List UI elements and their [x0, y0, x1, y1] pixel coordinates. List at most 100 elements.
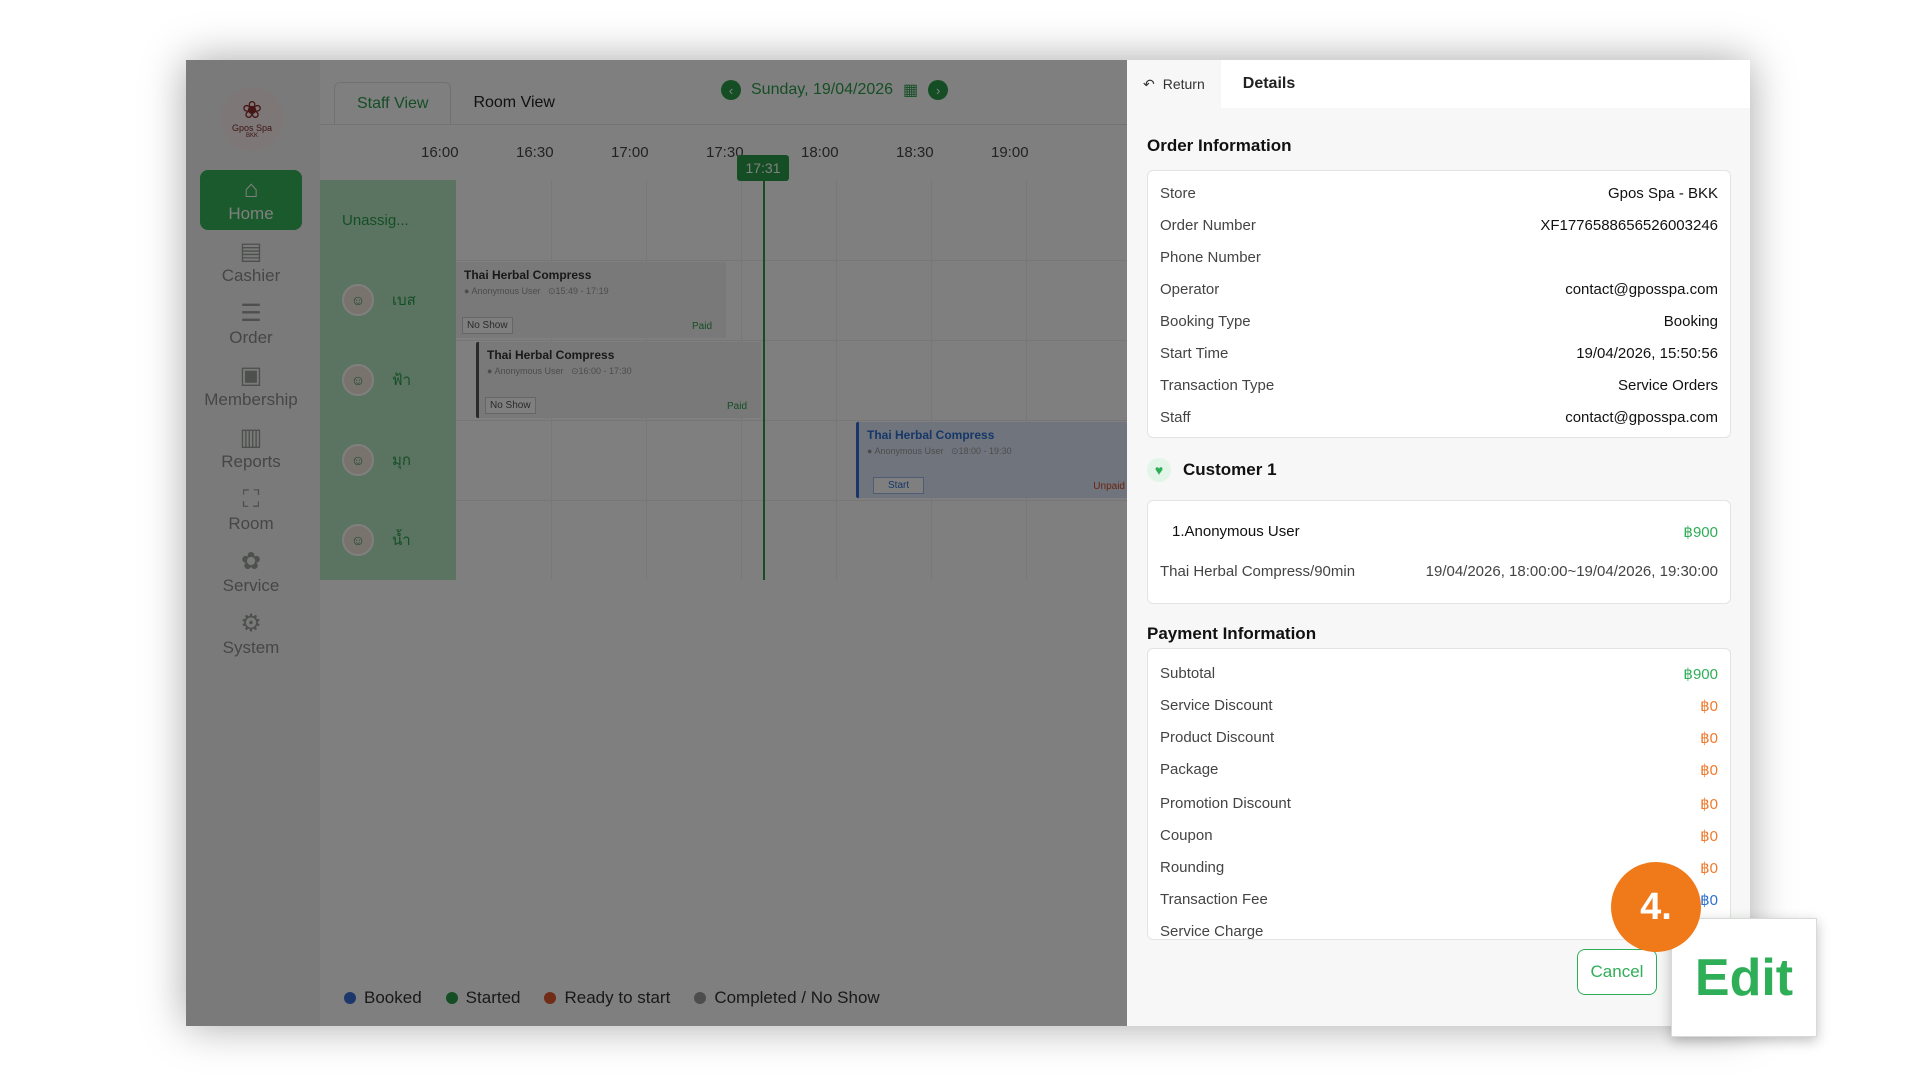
- avatar: ☺: [342, 524, 374, 556]
- service-icon: ✿: [240, 548, 262, 575]
- avatar: ☺: [342, 444, 374, 476]
- membership-icon: ▣: [239, 362, 263, 389]
- payment-status: Paid: [726, 401, 747, 412]
- row-value: Gpos Spa - BKK: [1607, 185, 1718, 202]
- info-row: Phone Number: [1160, 249, 1718, 266]
- edit-button[interactable]: Edit: [1671, 918, 1817, 1037]
- row-label: Package: [1160, 761, 1219, 778]
- row-value: contact@gposspa.com: [1565, 409, 1718, 426]
- prev-day-icon[interactable]: ‹: [721, 80, 741, 100]
- booking-meta: ● Anonymous User ⊙16:00 - 17:30: [487, 366, 632, 376]
- info-row: Booking Type Booking: [1160, 313, 1718, 330]
- staff-row-unassigned: Unassig...: [320, 180, 456, 260]
- cashier-icon: ▤: [239, 238, 263, 265]
- sidebar-item-label: Membership: [204, 390, 298, 409]
- row-label: Booking Type: [1160, 313, 1251, 330]
- grid-col-line: [1026, 180, 1027, 580]
- row-label: Coupon: [1160, 827, 1213, 844]
- panel-header: ↶ Return Details: [1127, 60, 1750, 108]
- row-label: Service Charge: [1160, 923, 1264, 940]
- row-label: Operator: [1160, 281, 1220, 298]
- current-date: Sunday, 19/04/2026: [751, 81, 894, 98]
- staff-row: ☺ น้ำ: [320, 500, 456, 580]
- home-icon: ⌂: [243, 176, 259, 203]
- legend-dot: [344, 992, 356, 1004]
- logo-text: Gpos Spa: [231, 123, 273, 133]
- room-icon: ⛶: [242, 486, 260, 513]
- customer-name: 1.Anonymous User: [1172, 523, 1300, 540]
- sidebar-item-label: Order: [229, 328, 273, 347]
- avatar: ☺: [342, 364, 374, 396]
- time-axis: 16:00 16:30 17:00 17:30 18:00 18:30 19:0…: [320, 144, 1127, 174]
- start-button[interactable]: Start: [873, 477, 925, 494]
- legend-item: Booked: [344, 988, 422, 1008]
- legend-item: Ready to start: [544, 988, 670, 1008]
- cancel-button[interactable]: Cancel: [1577, 949, 1657, 995]
- row-label: Service Discount: [1160, 697, 1273, 714]
- row-value: Service Orders: [1617, 377, 1718, 394]
- legend-label: Started: [465, 988, 521, 1007]
- tab-staff-view[interactable]: Staff View: [334, 82, 452, 124]
- sidebar-item-label: Room: [228, 514, 274, 533]
- legend-label: Ready to start: [564, 988, 671, 1007]
- payment-row: Coupon ฿0: [1160, 827, 1718, 845]
- sidebar-item-room[interactable]: ⛶ Room: [200, 480, 302, 540]
- booking-card[interactable]: Thai Herbal Compress ● Anonymous User ⊙1…: [476, 342, 761, 418]
- sidebar-item-cashier[interactable]: ▤ Cashier: [200, 232, 302, 292]
- row-value: ฿0: [1700, 860, 1718, 877]
- booking-service: Thai Herbal Compress: [464, 268, 592, 282]
- order-icon: ☰: [240, 300, 262, 327]
- order-info-title: Order Information: [1147, 136, 1292, 155]
- booking-card[interactable]: Thai Herbal Compress ● Anonymous User ⊙1…: [456, 262, 726, 338]
- customer-row: 1.Anonymous User ฿900: [1172, 523, 1718, 541]
- info-row: Start Time 19/04/2026, 15:50:56: [1160, 345, 1718, 362]
- row-label: Transaction Fee: [1160, 891, 1268, 908]
- booking-card[interactable]: Thai Herbal Compress ● Anonymous User ⊙1…: [856, 422, 1127, 498]
- info-row: Transaction Type Service Orders: [1160, 377, 1718, 394]
- legend-label: Booked: [364, 988, 422, 1007]
- row-value: ฿0: [1700, 828, 1718, 845]
- staff-row: ☺ มุก: [320, 420, 456, 500]
- row-label: Product Discount: [1160, 729, 1275, 746]
- booking-meta: ● Anonymous User ⊙15:49 - 17:19: [464, 286, 609, 296]
- customer-header: ♥ Customer 1: [1147, 458, 1277, 482]
- system-icon: ⚙: [240, 610, 262, 637]
- payment-status: Unpaid: [1093, 481, 1125, 492]
- staff-row: ☺ เบส: [320, 260, 456, 340]
- legend-dot: [445, 992, 458, 1004]
- customer-amount: ฿900: [1683, 524, 1718, 541]
- staff-name: น้ำ: [392, 532, 411, 549]
- sidebar-item-membership[interactable]: ▣ Membership: [200, 356, 302, 416]
- logo: ❀ Gpos Spa BKK: [220, 87, 284, 151]
- row-label: Start Time: [1160, 345, 1229, 362]
- customer-service-row: Thai Herbal Compress/90min 19/04/2026, 1…: [1160, 563, 1718, 580]
- booking-service: Thai Herbal Compress: [487, 348, 615, 362]
- info-row: Store Gpos Spa - BKK: [1160, 185, 1718, 202]
- time-label: 18:00: [801, 144, 839, 161]
- sidebar-item-service[interactable]: ✿ Service: [200, 542, 302, 602]
- order-info-card: Store Gpos Spa - BKK Order Number XF177658…: [1147, 170, 1731, 438]
- sidebar-item-label: Cashier: [221, 266, 281, 285]
- staff-name: มุก: [392, 452, 411, 469]
- no-show-button[interactable]: No Show: [462, 317, 513, 334]
- info-row: Staff contact@gposspa.com: [1160, 409, 1718, 426]
- legend-dot: [694, 992, 707, 1004]
- sidebar-item-system[interactable]: ⚙ System: [200, 604, 302, 664]
- payment-row: Promotion Discount ฿0: [1160, 795, 1718, 813]
- return-button[interactable]: ↶ Return: [1127, 60, 1221, 108]
- time-label: 19:00: [991, 144, 1029, 161]
- row-label: Promotion Discount: [1160, 795, 1291, 812]
- sidebar-item-order[interactable]: ☰ Order: [200, 294, 302, 354]
- staff-name: Unassig...: [342, 211, 409, 229]
- sidebar-item-home[interactable]: ⌂ Home: [200, 170, 302, 230]
- tab-details[interactable]: Details: [1220, 60, 1318, 108]
- payment-row: Subtotal ฿900: [1160, 665, 1718, 683]
- customer-period: 19/04/2026, 18:00:00~19/04/2026, 19:30:0…: [1425, 563, 1718, 580]
- tab-room-view[interactable]: Room View: [451, 82, 577, 124]
- sidebar-item-reports[interactable]: ▥ Reports: [200, 418, 302, 478]
- calendar-icon[interactable]: ▦: [903, 80, 918, 100]
- no-show-button[interactable]: No Show: [485, 397, 536, 414]
- legend-dot: [544, 992, 557, 1004]
- next-day-icon[interactable]: ›: [928, 80, 949, 100]
- sidebar-item-label: Service: [222, 576, 280, 595]
